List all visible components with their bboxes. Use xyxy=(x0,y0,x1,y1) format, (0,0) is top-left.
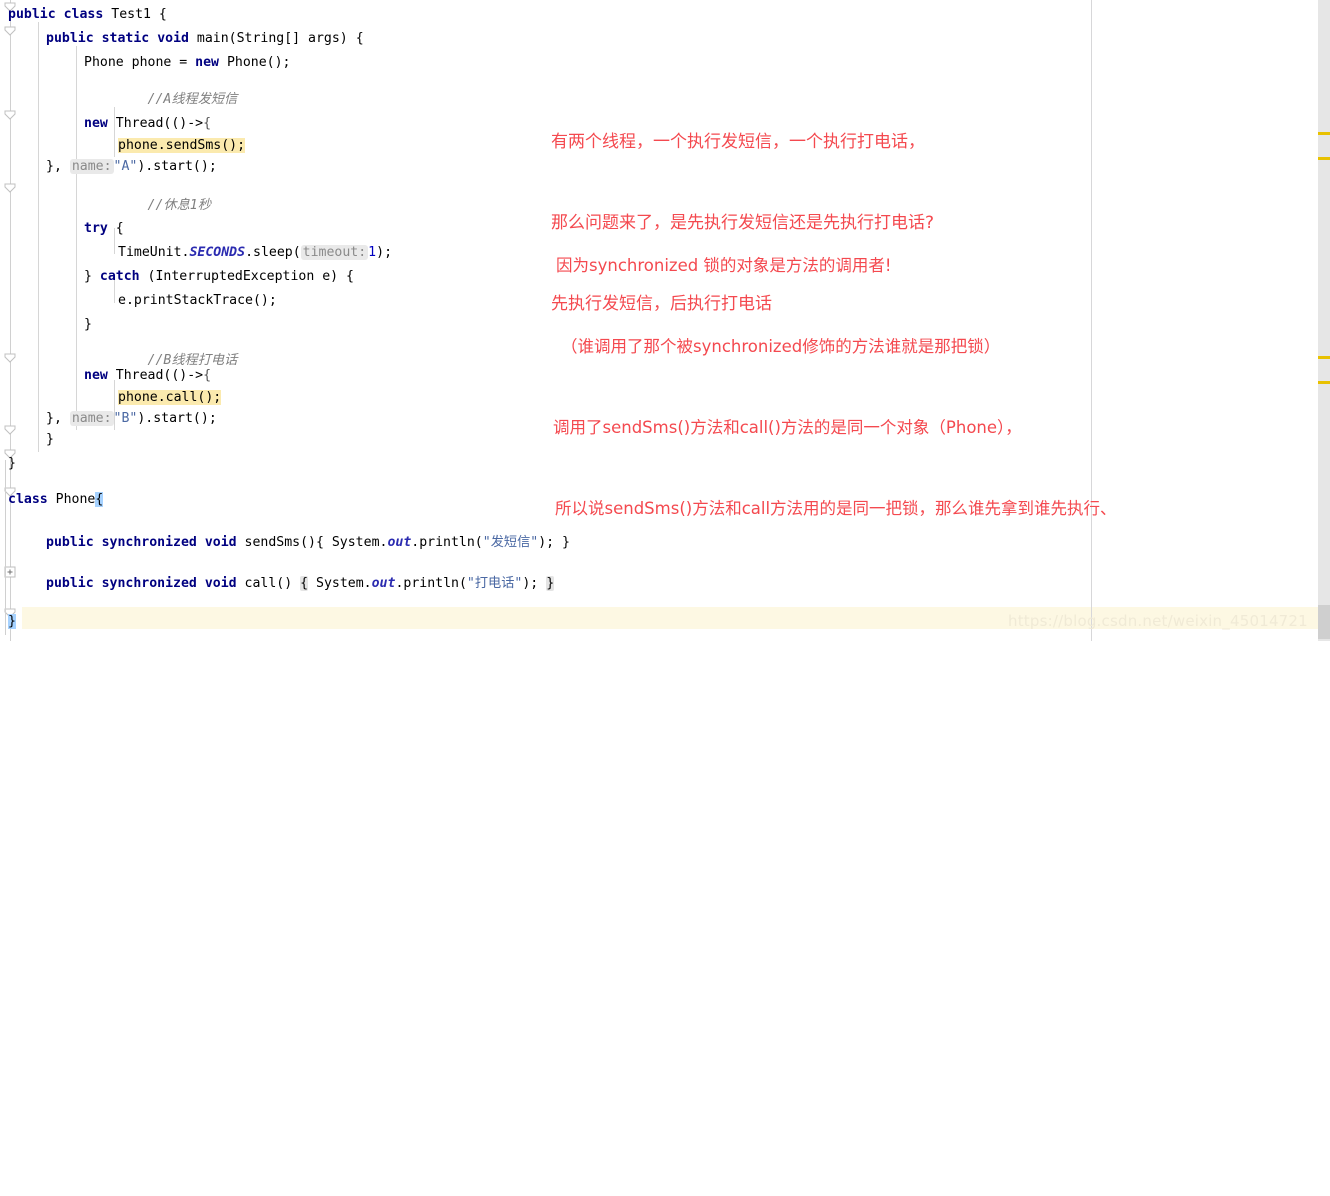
watermark: https://blog.csdn.net/weixin_45014721 xyxy=(1008,612,1308,630)
token-keyword: synchronized xyxy=(101,576,197,591)
token-keyword: new xyxy=(195,55,219,70)
code-line[interactable]: e.printStackTrace(); xyxy=(118,289,277,313)
code-line[interactable]: Phone phone = new Phone(); xyxy=(84,51,290,75)
token-keyword: void xyxy=(204,576,237,591)
token-type: Phone xyxy=(55,492,96,507)
code-line[interactable]: public synchronized void call() { System… xyxy=(46,572,555,596)
token-keyword: void xyxy=(204,535,237,550)
warning-marker[interactable] xyxy=(1318,132,1330,135)
annotation-line: 所以说sendSms()方法和call方法用的是同一把锁，那么谁先拿到谁先执行、 xyxy=(555,499,1117,518)
bracket-match-highlight: { xyxy=(95,492,104,507)
code-line[interactable]: } xyxy=(84,313,92,337)
code-line[interactable]: TimeUnit.SECONDS.sleep(timeout: 1); xyxy=(118,241,392,265)
token-field: out xyxy=(387,535,412,550)
code-line[interactable]: class Phone{ xyxy=(8,488,104,512)
token-string: "A" xyxy=(113,159,138,174)
token-keyword: void xyxy=(157,31,189,46)
selected-brace: } xyxy=(8,614,16,629)
token-string: "B" xyxy=(113,411,138,426)
token-keyword: class xyxy=(63,7,104,22)
editor-marker-bar[interactable] xyxy=(1318,0,1330,641)
token-type: Phone xyxy=(226,55,267,70)
token-keyword: catch xyxy=(99,269,140,284)
token-keyword: new xyxy=(84,368,108,383)
warning-marker[interactable] xyxy=(1318,157,1330,160)
token-type: Thread xyxy=(115,116,164,131)
bracket-match-highlight: { xyxy=(300,576,309,591)
token-keyword: new xyxy=(84,116,108,131)
annotation-line: 调用了sendSms()方法和call()方法的是同一个对象（Phone）， xyxy=(553,418,1022,437)
code-line[interactable]: public static void main(String[] args) { xyxy=(46,27,364,51)
code-line[interactable]: } xyxy=(8,452,16,476)
token-keyword: public xyxy=(46,576,94,591)
code-line[interactable]: new Thread(()->{ xyxy=(84,112,211,136)
parameter-hint: timeout: xyxy=(300,245,369,260)
token-type: String xyxy=(236,31,285,46)
token-number: 1 xyxy=(368,245,377,260)
token-keyword: public xyxy=(8,7,56,22)
warning-marker[interactable] xyxy=(1318,381,1330,384)
token-string: "发短信" xyxy=(482,535,539,550)
annotation-line: 有两个线程，一个执行发短信，一个执行打电话， xyxy=(551,132,925,152)
code-line-comment[interactable]: //A线程发短信 xyxy=(84,88,238,112)
highlighted-call: phone.sendSms(); xyxy=(118,138,246,153)
token-keyword: public xyxy=(46,31,94,46)
annotation-line: （谁调用了那个被synchronized修饰的方法谁就是那把锁） xyxy=(561,337,1001,356)
token-field: out xyxy=(371,576,396,591)
code-line[interactable]: try { xyxy=(84,217,124,241)
token-keyword: static xyxy=(101,31,150,46)
code-line[interactable]: } xyxy=(46,428,54,452)
highlighted-call: phone.call(); xyxy=(118,390,222,405)
token-keyword: synchronized xyxy=(101,535,197,550)
scrollbar-thumb[interactable] xyxy=(1318,605,1330,639)
token-type: InterruptedException xyxy=(155,269,315,284)
annotation-line: 因为synchronized 锁的对象是方法的调用者! xyxy=(556,256,892,275)
token-type: Thread xyxy=(115,368,164,383)
token-type: Test1 xyxy=(111,7,151,22)
annotation-block-b: 因为synchronized 锁的对象是方法的调用者! （谁调用了那个被sync… xyxy=(553,198,1117,576)
token-constant: SECONDS xyxy=(189,245,246,260)
token-keyword: public xyxy=(46,535,94,550)
parameter-hint: name: xyxy=(69,159,114,174)
code-line[interactable]: new Thread(()->{ xyxy=(84,364,211,388)
code-line[interactable]: } catch (InterruptedException e) { xyxy=(84,265,354,289)
token-keyword: class xyxy=(8,492,48,507)
code-line-comment[interactable]: //休息1秒 xyxy=(84,194,211,218)
code-line[interactable]: }, name: "A").start(); xyxy=(46,155,217,179)
warning-marker[interactable] xyxy=(1318,356,1330,359)
token-type: Phone xyxy=(84,55,124,70)
code-editor[interactable]: public class Test1 { public static void … xyxy=(0,0,1330,641)
code-line[interactable]: public class Test1 { xyxy=(8,3,167,27)
bracket-match-highlight: } xyxy=(546,576,555,591)
code-line[interactable]: public synchronized void sendSms(){ Syst… xyxy=(46,531,570,555)
token-type: TimeUnit xyxy=(118,245,182,260)
code-line[interactable]: } xyxy=(8,610,16,634)
token-keyword: try xyxy=(84,221,108,236)
parameter-hint: name: xyxy=(69,411,114,426)
token-string: "打电话" xyxy=(466,576,523,591)
code-line[interactable]: }, name: "B").start(); xyxy=(46,407,217,431)
